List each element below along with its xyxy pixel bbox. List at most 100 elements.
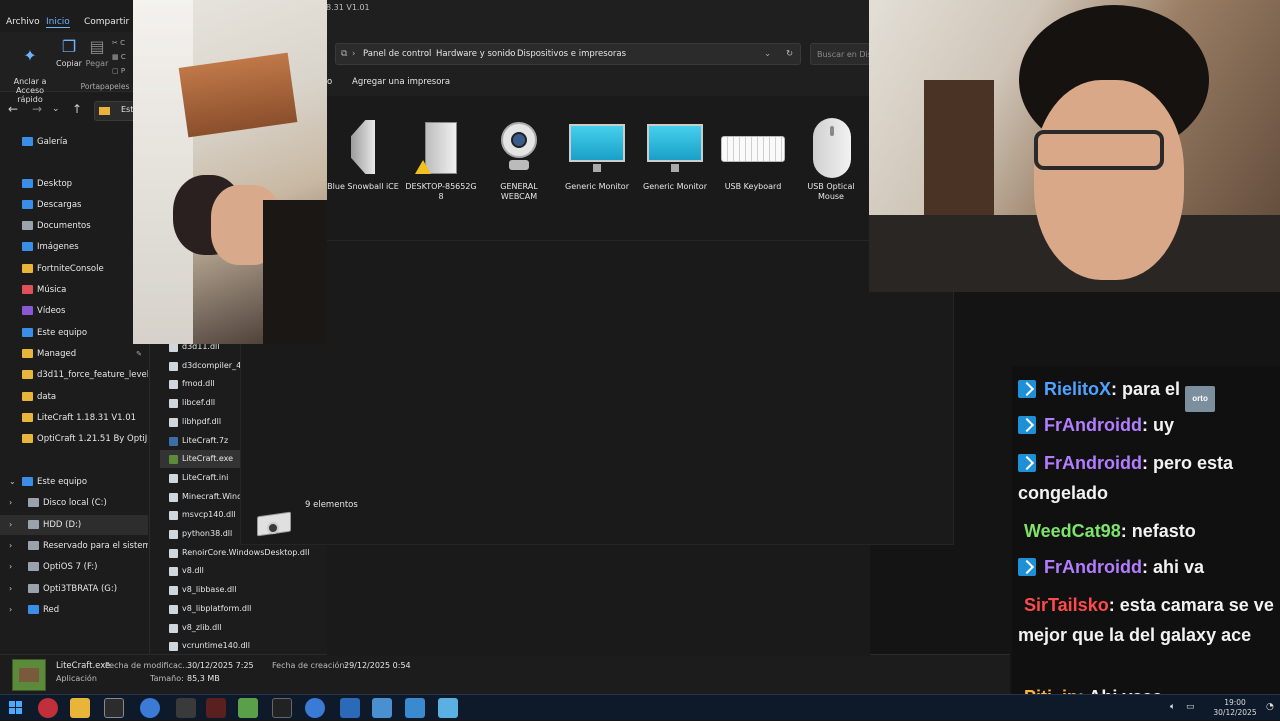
chat-username[interactable]: FrAndroidd	[1044, 557, 1142, 577]
browser-icon[interactable]	[305, 698, 325, 718]
chat-username[interactable]: WeedCat98	[1024, 521, 1121, 541]
folder-icon	[22, 392, 33, 401]
sidebar-item[interactable]: Vídeos	[0, 301, 148, 321]
sidebar-item[interactable]: LiteCraft 1.18.31 V1.01	[0, 408, 148, 428]
photos-icon[interactable]	[405, 698, 425, 718]
device-label: Blue Snowball iCE	[327, 182, 399, 191]
volume-icon[interactable]: 🔈︎	[1170, 702, 1175, 712]
clock-date[interactable]: 30/12/2025	[1210, 708, 1260, 717]
cut-copy-path-group[interactable]: ✂ C ▦ C ▢ P	[112, 36, 132, 78]
chat-message: FrAndroidd: ahi va	[1018, 552, 1276, 582]
sidebar-item[interactable]: OptiCraft 1.21.51 By OptiJuego	[0, 429, 148, 449]
device-generic-monitor-1[interactable]: Generic Monitor	[561, 116, 633, 192]
sidebar-item-label: HDD (D:)	[43, 520, 82, 530]
chat-message: WeedCat98: nefasto	[1018, 516, 1276, 546]
sidebar-item-label: OptiCraft 1.21.51 By OptiJuego	[37, 434, 148, 444]
keyboard-icon	[721, 116, 785, 176]
litecraft-exe-thumbnail	[12, 659, 46, 691]
sidebar-item[interactable]: › HDD (D:)	[0, 515, 148, 535]
chat-username[interactable]: SirTailsko	[1024, 595, 1109, 615]
clipboard-group-label: Portapapeles	[80, 82, 130, 91]
paste-button[interactable]: ▤ Pegar	[84, 38, 110, 69]
chat-username[interactable]: FrAndroidd	[1044, 415, 1142, 435]
file-explorer-icon[interactable]	[70, 698, 90, 718]
sidebar-item-label: FortniteConsole	[37, 264, 104, 274]
sidebar-item[interactable]: › Disco local (C:)	[0, 493, 148, 513]
clock-time[interactable]: 19:00	[1210, 698, 1260, 707]
sidebar-item[interactable]: Imágenes	[0, 237, 148, 257]
tab-inicio[interactable]: Inicio	[46, 17, 70, 28]
device-desktop-computer[interactable]: DESKTOP-85652G 8	[405, 116, 477, 202]
command-fragment[interactable]: o	[327, 77, 332, 87]
sidebar-item[interactable]: ⌄ Este equipo	[0, 472, 148, 492]
breadcrumb-panel-de-control[interactable]: Panel de control	[363, 49, 431, 59]
chevron-right-icon[interactable]: ›	[9, 557, 12, 577]
app-icon[interactable]	[340, 698, 360, 718]
sidebar-item[interactable]: › Reservado para el sistema (E:	[0, 536, 148, 556]
windows-start-icon[interactable]	[6, 698, 26, 718]
chevron-right-icon[interactable]: ›	[9, 600, 12, 620]
chevron-right-icon[interactable]: ›	[9, 536, 12, 556]
sidebar-item[interactable]: data	[0, 387, 148, 407]
sidebar-item[interactable]: FortniteConsole	[0, 259, 148, 279]
up-arrow-icon[interactable]: ↑	[72, 102, 82, 116]
notepad-icon[interactable]	[238, 698, 258, 718]
sidebar-item[interactable]: › OptiOS 7 (F:)	[0, 557, 148, 577]
sidebar-item[interactable]: Galería	[0, 132, 148, 152]
sidebar-item[interactable]: Managed ✎	[0, 344, 148, 364]
app-icon[interactable]	[372, 698, 392, 718]
sidebar-item[interactable]: d3d11_force_feature_level_10_	[0, 365, 148, 385]
file-name: v8_libbase.dll	[182, 585, 237, 595]
chevron-down-icon[interactable]: ⌄	[9, 472, 16, 492]
recent-chevron-icon[interactable]: ⌄	[52, 104, 60, 114]
device-generic-monitor-2[interactable]: Generic Monitor	[639, 116, 711, 192]
chat-username[interactable]: RielitoX	[1044, 379, 1111, 399]
chat-username[interactable]: FrAndroidd	[1044, 453, 1142, 473]
chevron-right-icon[interactable]: ›	[9, 493, 12, 513]
file-name: fmod.dll	[182, 379, 215, 389]
sidebar-item-label: Opti3TBRATA (G:)	[43, 584, 118, 594]
obs-app-icon[interactable]	[38, 698, 58, 718]
back-arrow-icon[interactable]: ←	[8, 102, 18, 116]
add-printer-button[interactable]: Agregar una impresora	[352, 77, 450, 87]
address-breadcrumb[interactable]: ⧉ › Panel de control › Hardware y sonido…	[335, 43, 801, 65]
pin-quick-access-button[interactable]: ✦ Anclar a Acceso rápido	[4, 38, 56, 105]
file-icon	[169, 567, 178, 577]
details-created-label: Fecha de creación:	[272, 661, 348, 670]
chevron-right-icon[interactable]: ›	[9, 515, 12, 535]
sidebar-item[interactable]: Este equipo	[0, 323, 148, 343]
browser-icon[interactable]	[140, 698, 160, 718]
file-name: LiteCraft.exe	[182, 454, 234, 464]
7zip-icon[interactable]	[104, 698, 124, 718]
control-panel-icon[interactable]	[438, 698, 458, 718]
sidebar-item[interactable]: › Opti3TBRATA (G:)	[0, 579, 148, 599]
device-usb-keyboard[interactable]: USB Keyboard	[717, 116, 789, 192]
device-usb-optical-mouse[interactable]: USB Optical Mouse	[795, 116, 867, 202]
forward-arrow-icon[interactable]: →	[32, 102, 42, 116]
sidebar-item[interactable]: Música	[0, 280, 148, 300]
dropdown-chevron-icon[interactable]: ⌄	[764, 49, 771, 59]
address-bar[interactable]: Est	[94, 101, 135, 121]
sidebar-item[interactable]: › Red	[0, 600, 148, 620]
mouse-icon	[801, 116, 861, 178]
breadcrumb-hardware-sonido[interactable]: Hardware y sonido	[436, 49, 515, 59]
sidebar-item[interactable]: Desktop	[0, 174, 148, 194]
chat-emote: orto	[1185, 386, 1216, 412]
device-blue-snowball[interactable]: Blue Snowball iCE	[327, 116, 399, 192]
tab-archivo[interactable]: Archivo	[6, 17, 40, 27]
search-input[interactable]: Buscar en Disp	[810, 43, 870, 65]
terminal-icon[interactable]	[272, 698, 292, 718]
app-icon[interactable]	[176, 698, 196, 718]
tab-compartir[interactable]: Compartir	[84, 17, 129, 27]
sidebar-item[interactable]: Documentos	[0, 216, 148, 236]
refresh-icon[interactable]: ↻	[786, 49, 793, 59]
notification-bell-icon[interactable]: ◔	[1266, 702, 1274, 712]
chevron-right-icon[interactable]: ›	[9, 579, 12, 599]
app-icon[interactable]	[206, 698, 226, 718]
breadcrumb-dispositivos-impresoras[interactable]: Dispositivos e impresoras	[517, 49, 626, 59]
sidebar-item[interactable]: Descargas	[0, 195, 148, 215]
sidebar-item-label: OptiOS 7 (F:)	[43, 562, 98, 572]
device-general-webcam[interactable]: GENERAL WEBCAM	[483, 116, 555, 202]
copy-button[interactable]: ❐ Copiar	[56, 38, 82, 69]
network-icon[interactable]: ▭	[1186, 702, 1195, 712]
